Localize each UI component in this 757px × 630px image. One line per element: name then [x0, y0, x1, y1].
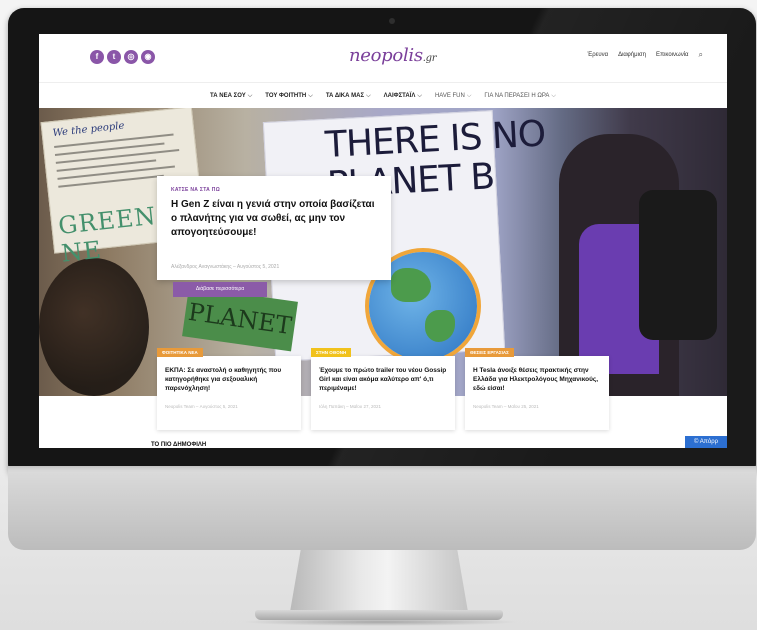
article-card[interactable]: ΦΟΙΤΗΤΙΚΑ ΝΕΑ ΕΚΠΑ: Σε αναστολή ο καθηγη… [157, 348, 301, 430]
article-meta: Ιόλη Παπάκη – Μαΐου 27, 2021 [319, 404, 382, 409]
monitor-stand-base [255, 610, 503, 620]
article-card[interactable]: ΘΕΣΕΙΣ ΕΡΓΑΣΙΑΣ Η Tesla άνοιξε θέσεις πρ… [465, 348, 609, 430]
read-more-button[interactable]: Διάβασε περισσότερα [173, 282, 267, 297]
top-link-contact[interactable]: Επικοινωνία [656, 52, 689, 60]
featured-category[interactable]: ΚΑΤΣΕ ΝΑ ΣΤΑ ΠΩ [171, 187, 220, 193]
article-title[interactable]: Η Tesla άνοιξε θέσεις πρακτικής στην Ελλ… [473, 366, 603, 393]
site-logo[interactable]: neopolis.gr [349, 45, 437, 66]
category-badge[interactable]: ΣΤΗΝ ΟΘΟΝΗ [311, 348, 352, 357]
main-nav: ΤΑ ΝΕΑ ΣΟΥ ⌵ ΤΟΥ ΦΟΙΤΗΤΗ ⌵ ΤΑ ΔΙΚΑ ΜΑΣ ⌵ ΛΑ… [39, 82, 727, 109]
nav-item-ours[interactable]: ΤΑ ΔΙΚΑ ΜΑΣ ⌵ [326, 93, 371, 100]
site-header: f t ◎ ◉ neopolis.gr Έρευνα Διαφήμιση Επι… [39, 34, 727, 82]
hero-image[interactable]: We the people GREEN NE THERE IS NO PLANE… [39, 108, 727, 396]
monitor-stand-neck [290, 550, 468, 612]
article-title[interactable]: ΕΚΠΑ: Σε αναστολή ο καθηγητής που κατηγο… [165, 366, 295, 393]
article-meta: Neopolis Team – Αυγούστος 5, 2021 [165, 404, 238, 409]
nav-item-pass-time[interactable]: ΓΙΑ ΝΑ ΠΕΡΑΣΕΙ Η ΩΡΑ ⌵ [484, 93, 556, 100]
chevron-down-icon: ⌵ [466, 92, 472, 99]
chevron-down-icon: ⌵ [366, 92, 371, 99]
nav-item-news[interactable]: ΤΑ ΝΕΑ ΣΟΥ ⌵ [210, 93, 252, 100]
twitter-icon[interactable]: t [107, 50, 121, 64]
monitor-chin [8, 466, 756, 550]
top-links: Έρευνα Διαφήμιση Επικοινωνία ⌕ [588, 50, 703, 60]
featured-title[interactable]: Η Gen Z είναι η γενιά στην οποία βασίζετ… [171, 198, 381, 240]
social-links: f t ◎ ◉ [90, 50, 155, 64]
website-screen: f t ◎ ◉ neopolis.gr Έρευνα Διαφήμιση Επι… [39, 34, 727, 448]
featured-article-card[interactable]: ΚΑΤΣΕ ΝΑ ΣΤΑ ΠΩ Η Gen Z είναι η γενιά στ… [157, 176, 391, 280]
top-link-research[interactable]: Έρευνα [588, 52, 609, 60]
top-link-advertise[interactable]: Διαφήμιση [618, 52, 646, 60]
chevron-down-icon: ⌵ [247, 92, 253, 99]
nav-item-student[interactable]: ΤΟΥ ΦΟΙΤΗΤΗ ⌵ [265, 93, 313, 100]
category-badge[interactable]: ΘΕΣΕΙΣ ΕΡΓΑΣΙΑΣ [465, 348, 514, 357]
chevron-down-icon: ⌵ [551, 92, 556, 99]
article-title[interactable]: Έχουμε το πρώτο trailer του νέου Gossip … [319, 366, 449, 393]
article-card[interactable]: ΣΤΗΝ ΟΘΟΝΗ Έχουμε το πρώτο trailer του ν… [311, 348, 455, 430]
backpack [639, 190, 717, 340]
article-meta: Neopolis Team – Μαΐου 25, 2021 [473, 404, 539, 409]
search-icon[interactable]: ⌕ [699, 50, 703, 60]
nav-item-lifestyle[interactable]: ΛΑΙΦΣΤΑΪΛ ⌵ [384, 93, 422, 100]
instagram-icon[interactable]: ◎ [124, 50, 138, 64]
privacy-button[interactable]: © Απόρρ [685, 436, 727, 448]
podcast-icon[interactable]: ◉ [141, 50, 155, 64]
facebook-icon[interactable]: f [90, 50, 104, 64]
featured-meta: Αλέξανδρος Αναγνωστάκης – Αυγούστος 5, 2… [171, 264, 280, 270]
nav-item-have-fun[interactable]: HAVE FUN ⌵ [435, 93, 471, 100]
camera-dot [389, 18, 395, 24]
chevron-down-icon: ⌵ [417, 92, 422, 99]
chevron-down-icon: ⌵ [308, 92, 313, 99]
category-badge[interactable]: ΦΟΙΤΗΤΙΚΑ ΝΕΑ [157, 348, 203, 357]
section-heading: ΤΟ ΠΙΟ ΔΗΜΟΦΙΛΗ [151, 442, 207, 448]
